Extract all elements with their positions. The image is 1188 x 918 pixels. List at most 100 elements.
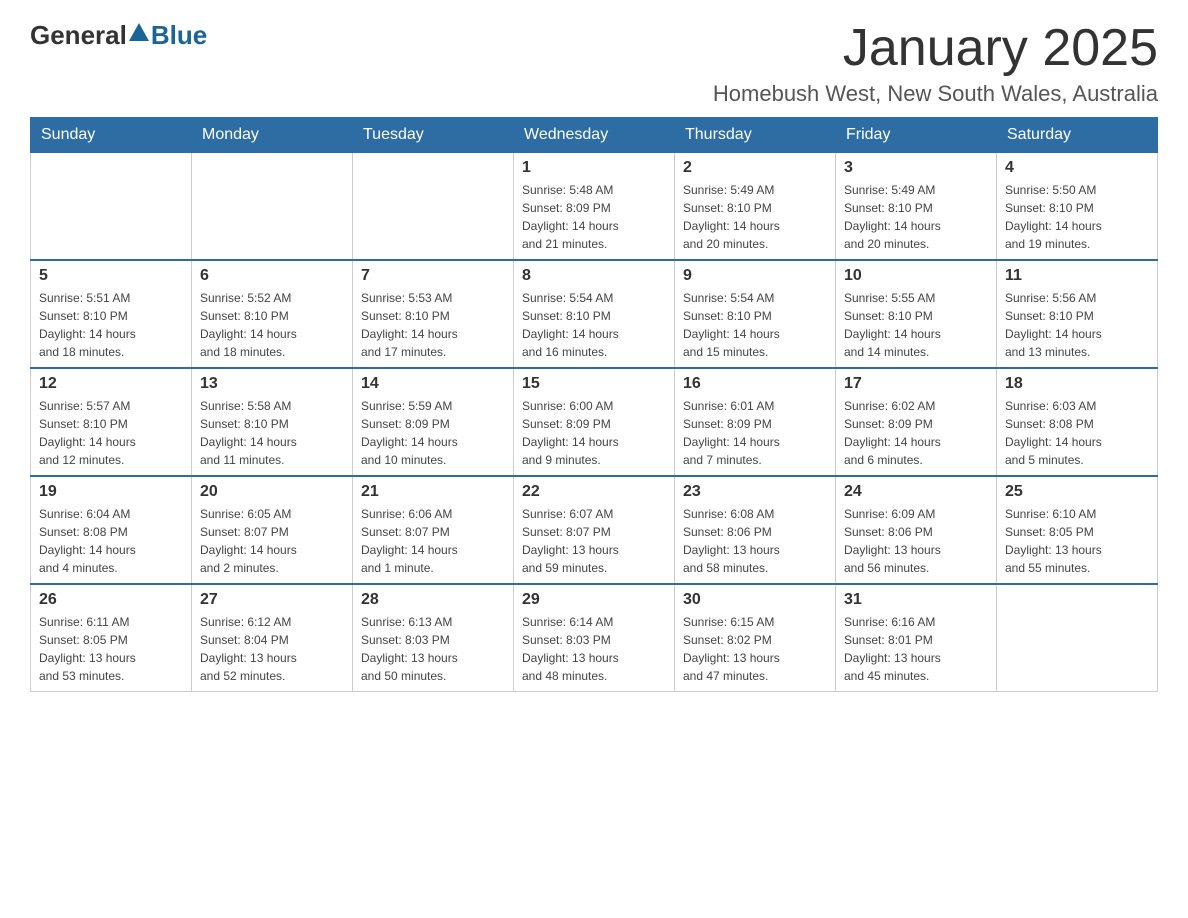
day-number: 20 — [200, 483, 344, 501]
column-header-tuesday: Tuesday — [353, 118, 514, 153]
calendar-cell: 29 Sunrise: 6:14 AM Sunset: 8:03 PM Dayli… — [514, 584, 675, 692]
calendar-week-row: 1 Sunrise: 5:48 AM Sunset: 8:09 PM Daylig… — [31, 153, 1158, 261]
day-info: Sunrise: 5:52 AM Sunset: 8:10 PM Dayligh… — [200, 289, 344, 361]
calendar-cell: 28 Sunrise: 6:13 AM Sunset: 8:03 PM Dayli… — [353, 584, 514, 692]
calendar-cell: 11Sunrise: 5:56 AM Sunset: 8:10 PM Dayli… — [997, 260, 1158, 368]
day-info: Sunrise: 5:58 AM Sunset: 8:10 PM Dayligh… — [200, 397, 344, 469]
day-info: Sunrise: 6:09 AM Sunset: 8:06 PM Dayligh… — [844, 505, 988, 577]
day-number: 31 — [844, 591, 988, 609]
day-info: Sunrise: 5:57 AM Sunset: 8:10 PM Dayligh… — [39, 397, 183, 469]
day-info: Sunrise: 5:49 AM Sunset: 8:10 PM Dayligh… — [683, 181, 827, 253]
calendar-cell: 13 Sunrise: 5:58 AM Sunset: 8:10 PM Dayli… — [192, 368, 353, 476]
day-number: 12 — [39, 375, 183, 393]
calendar-cell: 23Sunrise: 6:08 AM Sunset: 8:06 PM Dayli… — [675, 476, 836, 584]
calendar-cell — [192, 153, 353, 261]
day-number: 11 — [1005, 267, 1149, 285]
day-info: Sunrise: 6:02 AM Sunset: 8:09 PM Dayligh… — [844, 397, 988, 469]
day-number: 14 — [361, 375, 505, 393]
logo-general: General — [30, 20, 127, 51]
day-number: 10 — [844, 267, 988, 285]
calendar-cell: 14 Sunrise: 5:59 AM Sunset: 8:09 PM Dayli… — [353, 368, 514, 476]
calendar-cell: 27Sunrise: 6:12 AM Sunset: 8:04 PM Dayli… — [192, 584, 353, 692]
calendar-cell — [353, 153, 514, 261]
calendar-cell: 19Sunrise: 6:04 AM Sunset: 8:08 PM Dayli… — [31, 476, 192, 584]
calendar-cell: 7Sunrise: 5:53 AM Sunset: 8:10 PM Daylig… — [353, 260, 514, 368]
day-info: Sunrise: 6:10 AM Sunset: 8:05 PM Dayligh… — [1005, 505, 1149, 577]
calendar-cell: 25 Sunrise: 6:10 AM Sunset: 8:05 PM Dayli… — [997, 476, 1158, 584]
column-header-wednesday: Wednesday — [514, 118, 675, 153]
day-info: Sunrise: 6:05 AM Sunset: 8:07 PM Dayligh… — [200, 505, 344, 577]
column-header-thursday: Thursday — [675, 118, 836, 153]
calendar-cell: 30Sunrise: 6:15 AM Sunset: 8:02 PM Dayli… — [675, 584, 836, 692]
day-number: 4 — [1005, 159, 1149, 177]
day-info: Sunrise: 6:14 AM Sunset: 8:03 PM Dayligh… — [522, 613, 666, 685]
day-info: Sunrise: 5:51 AM Sunset: 8:10 PM Dayligh… — [39, 289, 183, 361]
day-number: 25 — [1005, 483, 1149, 501]
day-info: Sunrise: 6:03 AM Sunset: 8:08 PM Dayligh… — [1005, 397, 1149, 469]
calendar-cell: 24 Sunrise: 6:09 AM Sunset: 8:06 PM Dayli… — [836, 476, 997, 584]
day-number: 28 — [361, 591, 505, 609]
calendar-cell: 9Sunrise: 5:54 AM Sunset: 8:10 PM Daylig… — [675, 260, 836, 368]
calendar-cell: 3 Sunrise: 5:49 AM Sunset: 8:10 PM Daylig… — [836, 153, 997, 261]
page-header: General Blue January 2025 Homebush West,… — [30, 20, 1158, 107]
day-info: Sunrise: 5:49 AM Sunset: 8:10 PM Dayligh… — [844, 181, 988, 253]
logo: General Blue — [30, 20, 207, 51]
logo-blue: Blue — [151, 20, 207, 51]
calendar-cell — [31, 153, 192, 261]
day-info: Sunrise: 6:04 AM Sunset: 8:08 PM Dayligh… — [39, 505, 183, 577]
calendar-cell: 12 Sunrise: 5:57 AM Sunset: 8:10 PM Dayli… — [31, 368, 192, 476]
logo-triangle-icon — [129, 23, 149, 41]
day-number: 17 — [844, 375, 988, 393]
day-info: Sunrise: 6:01 AM Sunset: 8:09 PM Dayligh… — [683, 397, 827, 469]
day-number: 9 — [683, 267, 827, 285]
calendar-cell: 15Sunrise: 6:00 AM Sunset: 8:09 PM Dayli… — [514, 368, 675, 476]
day-info: Sunrise: 5:48 AM Sunset: 8:09 PM Dayligh… — [522, 181, 666, 253]
column-header-saturday: Saturday — [997, 118, 1158, 153]
day-number: 29 — [522, 591, 666, 609]
day-info: Sunrise: 5:50 AM Sunset: 8:10 PM Dayligh… — [1005, 181, 1149, 253]
calendar-cell: 10Sunrise: 5:55 AM Sunset: 8:10 PM Dayli… — [836, 260, 997, 368]
day-info: Sunrise: 5:59 AM Sunset: 8:09 PM Dayligh… — [361, 397, 505, 469]
day-number: 21 — [361, 483, 505, 501]
column-header-sunday: Sunday — [31, 118, 192, 153]
calendar-cell: 22Sunrise: 6:07 AM Sunset: 8:07 PM Dayli… — [514, 476, 675, 584]
day-info: Sunrise: 5:54 AM Sunset: 8:10 PM Dayligh… — [522, 289, 666, 361]
column-header-monday: Monday — [192, 118, 353, 153]
page-subtitle: Homebush West, New South Wales, Australi… — [713, 81, 1158, 107]
page-title: January 2025 — [713, 20, 1158, 77]
day-info: Sunrise: 6:06 AM Sunset: 8:07 PM Dayligh… — [361, 505, 505, 577]
day-number: 26 — [39, 591, 183, 609]
day-number: 1 — [522, 159, 666, 177]
day-info: Sunrise: 6:15 AM Sunset: 8:02 PM Dayligh… — [683, 613, 827, 685]
calendar-cell: 16Sunrise: 6:01 AM Sunset: 8:09 PM Dayli… — [675, 368, 836, 476]
calendar-cell: 5 Sunrise: 5:51 AM Sunset: 8:10 PM Daylig… — [31, 260, 192, 368]
day-number: 6 — [200, 267, 344, 285]
day-info: Sunrise: 6:13 AM Sunset: 8:03 PM Dayligh… — [361, 613, 505, 685]
calendar-cell: 26 Sunrise: 6:11 AM Sunset: 8:05 PM Dayli… — [31, 584, 192, 692]
day-number: 2 — [683, 159, 827, 177]
calendar-cell: 21 Sunrise: 6:06 AM Sunset: 8:07 PM Dayli… — [353, 476, 514, 584]
day-info: Sunrise: 6:12 AM Sunset: 8:04 PM Dayligh… — [200, 613, 344, 685]
calendar-table: SundayMondayTuesdayWednesdayThursdayFrid… — [30, 117, 1158, 692]
calendar-cell: 17 Sunrise: 6:02 AM Sunset: 8:09 PM Dayli… — [836, 368, 997, 476]
calendar-week-row: 19Sunrise: 6:04 AM Sunset: 8:08 PM Dayli… — [31, 476, 1158, 584]
calendar-week-row: 12 Sunrise: 5:57 AM Sunset: 8:10 PM Dayli… — [31, 368, 1158, 476]
calendar-cell: 4 Sunrise: 5:50 AM Sunset: 8:10 PM Daylig… — [997, 153, 1158, 261]
calendar-cell: 8Sunrise: 5:54 AM Sunset: 8:10 PM Daylig… — [514, 260, 675, 368]
day-number: 13 — [200, 375, 344, 393]
calendar-week-row: 26 Sunrise: 6:11 AM Sunset: 8:05 PM Dayli… — [31, 584, 1158, 692]
calendar-cell: 31Sunrise: 6:16 AM Sunset: 8:01 PM Dayli… — [836, 584, 997, 692]
day-number: 24 — [844, 483, 988, 501]
day-number: 23 — [683, 483, 827, 501]
day-info: Sunrise: 5:53 AM Sunset: 8:10 PM Dayligh… — [361, 289, 505, 361]
day-info: Sunrise: 6:11 AM Sunset: 8:05 PM Dayligh… — [39, 613, 183, 685]
title-block: January 2025 Homebush West, New South Wa… — [713, 20, 1158, 107]
column-header-friday: Friday — [836, 118, 997, 153]
day-number: 22 — [522, 483, 666, 501]
calendar-week-row: 5 Sunrise: 5:51 AM Sunset: 8:10 PM Daylig… — [31, 260, 1158, 368]
day-number: 5 — [39, 267, 183, 285]
day-number: 15 — [522, 375, 666, 393]
day-number: 3 — [844, 159, 988, 177]
calendar-header-row: SundayMondayTuesdayWednesdayThursdayFrid… — [31, 118, 1158, 153]
calendar-cell: 20 Sunrise: 6:05 AM Sunset: 8:07 PM Dayli… — [192, 476, 353, 584]
